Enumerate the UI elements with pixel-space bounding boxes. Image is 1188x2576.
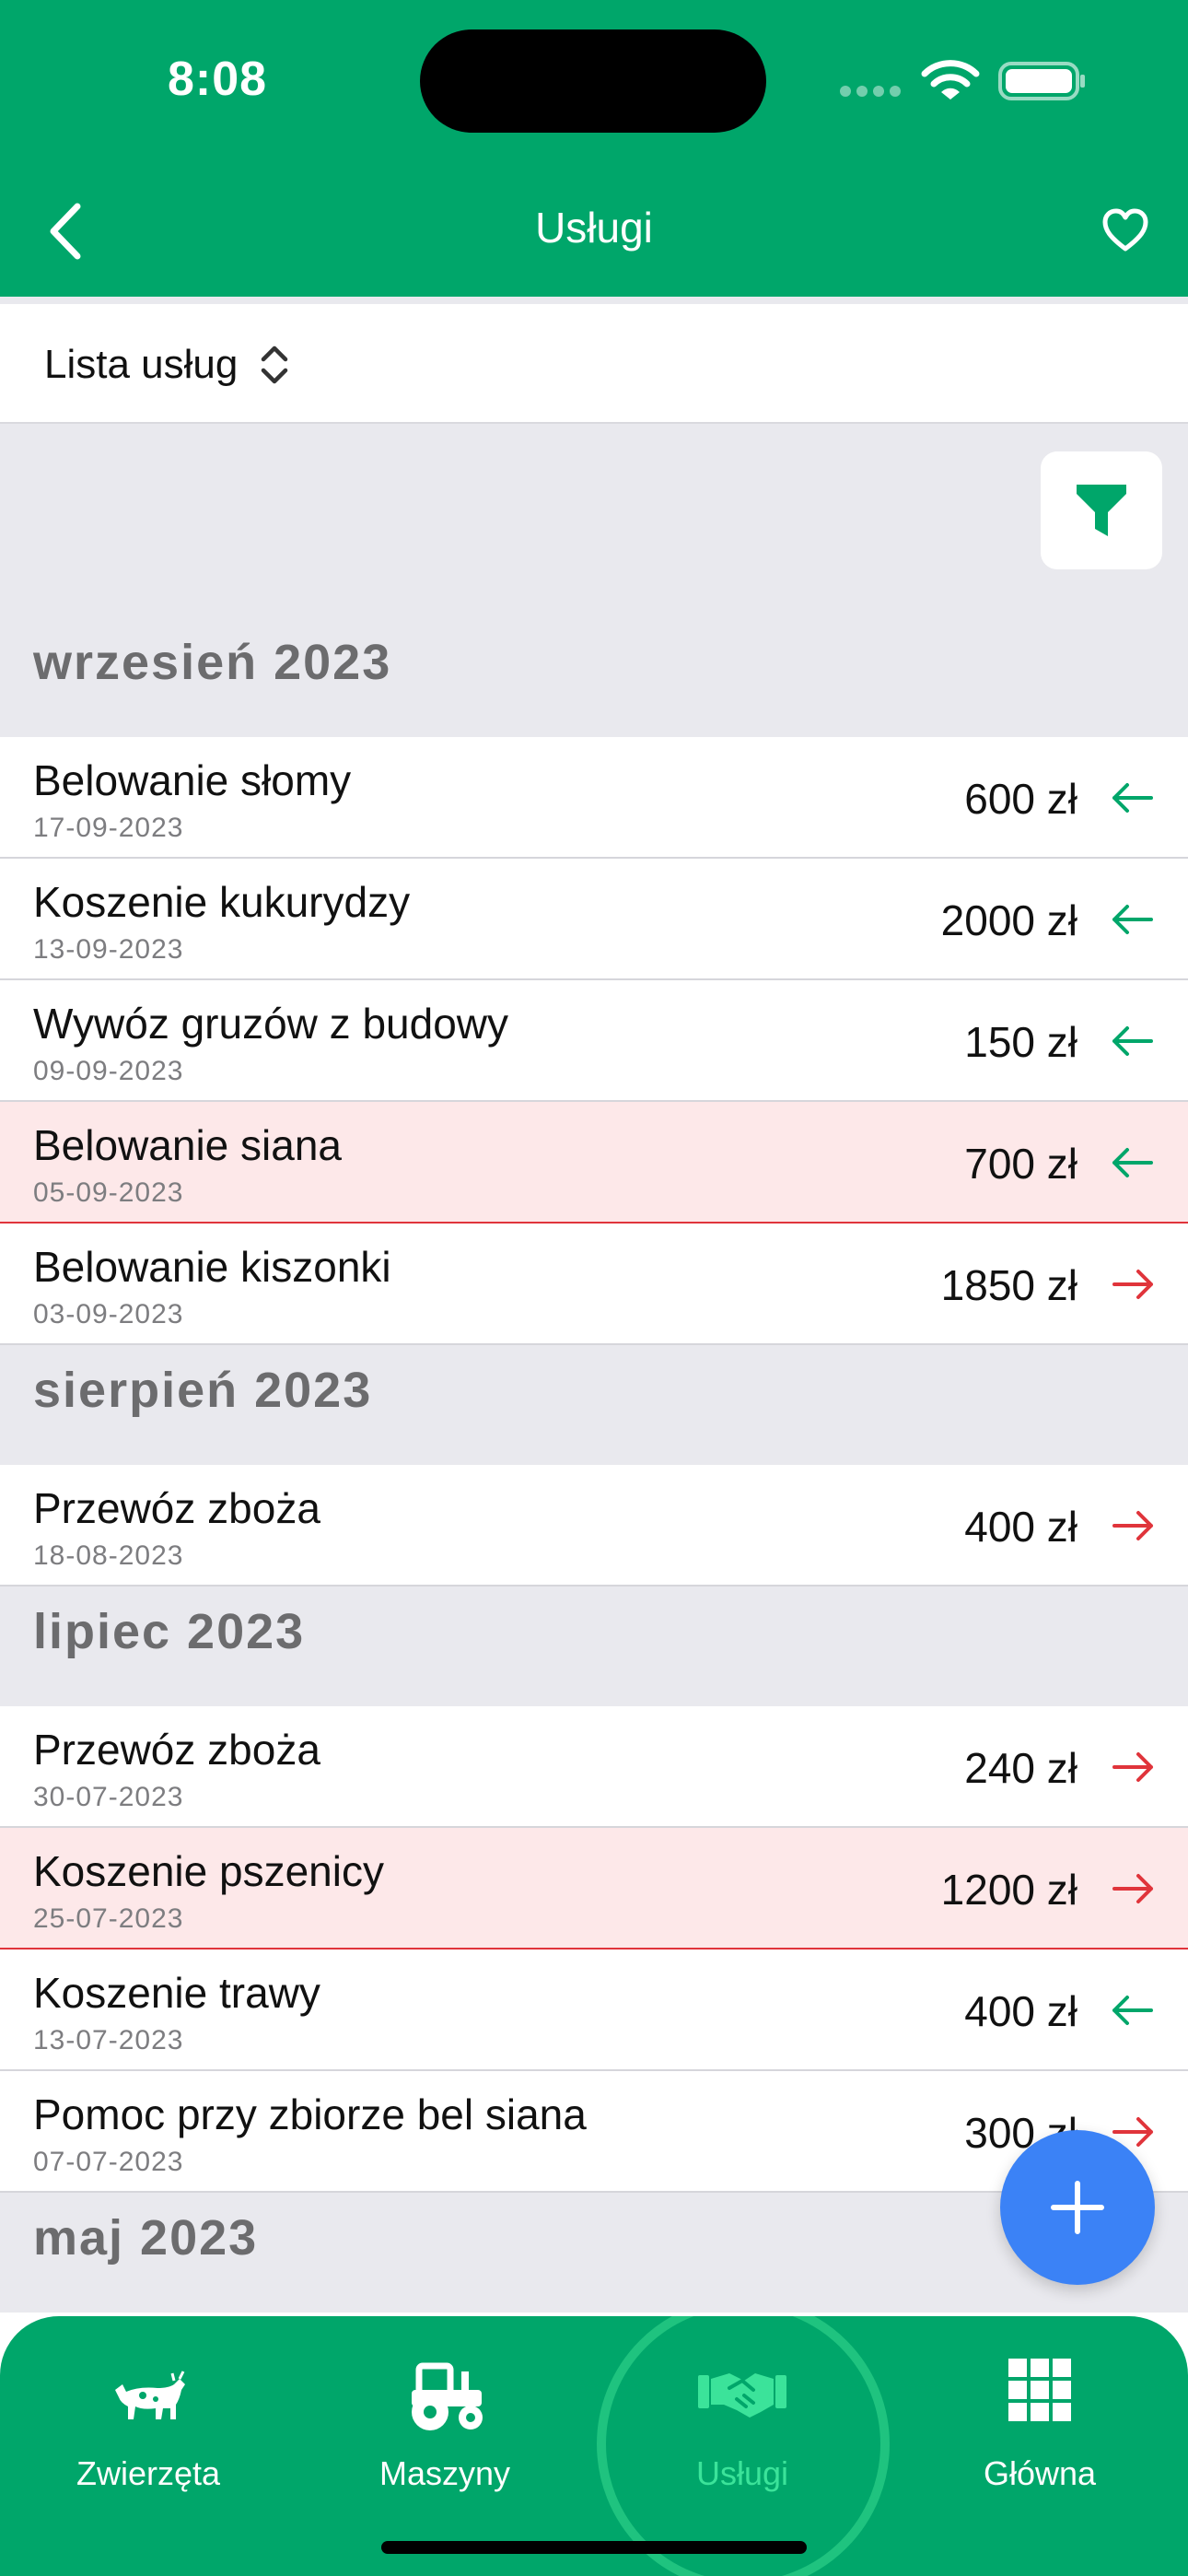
tab-label: Zwierzęta bbox=[76, 2454, 221, 2492]
section-header: sierpień 2023 bbox=[33, 1363, 373, 1418]
dynamic-island bbox=[420, 29, 766, 133]
filter-button[interactable] bbox=[1041, 451, 1162, 569]
service-row[interactable]: Przewóz zboża 30-07-2023 240 zł bbox=[0, 1706, 1188, 1828]
service-title: Koszenie trawy bbox=[33, 1969, 320, 2017]
service-date: 05-09-2023 bbox=[33, 1177, 184, 1208]
grid-icon bbox=[1008, 2359, 1071, 2421]
arrow-right-icon bbox=[1112, 1874, 1153, 1903]
service-date: 30-07-2023 bbox=[33, 1782, 184, 1812]
tab-label: Główna bbox=[983, 2454, 1097, 2492]
tab-maszyny[interactable]: Maszyny bbox=[297, 2344, 593, 2528]
arrow-left-icon bbox=[1112, 905, 1153, 934]
tab-label: Maszyny bbox=[379, 2454, 511, 2492]
section-header: lipiec 2023 bbox=[33, 1604, 306, 1659]
service-row[interactable]: Koszenie trawy 13-07-2023 400 zł bbox=[0, 1950, 1188, 2071]
add-service-button[interactable] bbox=[1000, 2130, 1155, 2285]
service-amount: 240 zł bbox=[964, 1744, 1077, 1792]
plus-icon bbox=[1051, 2181, 1104, 2234]
service-title: Wywóz gruzów z budowy bbox=[33, 1000, 508, 1048]
wifi-icon bbox=[921, 60, 980, 100]
tab-glowna[interactable]: Główna bbox=[891, 2344, 1188, 2528]
service-amount: 2000 zł bbox=[940, 896, 1077, 944]
service-row[interactable]: Koszenie pszenicy 25-07-2023 1200 zł bbox=[0, 1828, 1188, 1950]
service-row[interactable]: Belowanie słomy 17-09-2023 600 zł bbox=[0, 737, 1188, 859]
service-date: 13-09-2023 bbox=[33, 934, 184, 965]
service-date: 03-09-2023 bbox=[33, 1299, 184, 1329]
favorite-heart-icon[interactable] bbox=[1101, 206, 1149, 254]
service-row[interactable]: Przewóz zboża 18-08-2023 400 zł bbox=[0, 1465, 1188, 1587]
service-date: 07-07-2023 bbox=[33, 2147, 184, 2177]
list-picker-button[interactable]: Lista usług bbox=[44, 337, 291, 392]
handshake-icon bbox=[698, 2373, 786, 2418]
arrow-left-icon bbox=[1112, 783, 1153, 813]
section-header: maj 2023 bbox=[33, 2210, 259, 2266]
arrow-right-icon bbox=[1112, 1270, 1153, 1299]
service-title: Przewóz zboża bbox=[33, 1726, 320, 1774]
page-title: Usługi bbox=[535, 204, 653, 252]
arrow-left-icon bbox=[1112, 1996, 1153, 2025]
service-row[interactable]: Koszenie kukurydzy 13-09-2023 2000 zł bbox=[0, 859, 1188, 980]
service-amount: 1850 zł bbox=[940, 1261, 1077, 1309]
service-title: Belowanie kiszonki bbox=[33, 1243, 391, 1291]
cow-icon bbox=[115, 2371, 185, 2419]
filter-funnel-icon bbox=[1077, 485, 1126, 536]
battery-icon bbox=[998, 62, 1085, 100]
picker-label: Lista usług bbox=[44, 342, 239, 387]
app-header: 8:08 Usługi bbox=[0, 0, 1188, 297]
service-date: 09-09-2023 bbox=[33, 1056, 184, 1086]
service-title: Belowanie słomy bbox=[33, 756, 352, 804]
service-row[interactable]: Belowanie siana 05-09-2023 700 zł bbox=[0, 1102, 1188, 1224]
arrow-left-icon bbox=[1112, 1026, 1153, 1056]
bottom-tab-bar: Zwierzęta Maszyny Usługi Główna bbox=[0, 2316, 1188, 2576]
tab-zwierzeta[interactable]: Zwierzęta bbox=[0, 2344, 297, 2528]
service-date: 17-09-2023 bbox=[33, 813, 184, 843]
service-row[interactable]: Wywóz gruzów z budowy 09-09-2023 150 zł bbox=[0, 980, 1188, 1102]
tractor-icon bbox=[412, 2362, 483, 2430]
service-date: 25-07-2023 bbox=[33, 1903, 184, 1934]
cellular-signal-icon bbox=[840, 85, 906, 101]
arrow-left-icon bbox=[1112, 1148, 1153, 1177]
service-title: Belowanie siana bbox=[33, 1121, 343, 1169]
service-date: 18-08-2023 bbox=[33, 1540, 184, 1571]
service-amount: 400 zł bbox=[964, 1503, 1077, 1551]
list-picker-bar: Lista usług bbox=[0, 304, 1188, 424]
arrow-right-icon bbox=[1112, 1511, 1153, 1540]
service-title: Przewóz zboża bbox=[33, 1484, 320, 1532]
service-title: Koszenie kukurydzy bbox=[33, 878, 411, 926]
home-indicator bbox=[381, 2541, 807, 2554]
service-date: 13-07-2023 bbox=[33, 2025, 184, 2055]
status-time: 8:08 bbox=[168, 53, 268, 106]
arrow-right-icon bbox=[1112, 1752, 1153, 1782]
service-amount: 1200 zł bbox=[940, 1866, 1077, 1914]
service-title: Koszenie pszenicy bbox=[33, 1847, 384, 1895]
section-header: wrzesień 2023 bbox=[33, 635, 392, 690]
service-amount: 400 zł bbox=[964, 1987, 1077, 2035]
service-amount: 700 zł bbox=[964, 1140, 1077, 1188]
service-amount: 150 zł bbox=[964, 1018, 1077, 1066]
tab-uslugi[interactable]: Usługi bbox=[594, 2344, 891, 2528]
service-title: Pomoc przy zbiorze bel siana bbox=[33, 2090, 587, 2138]
service-row[interactable]: Belowanie kiszonki 03-09-2023 1850 zł bbox=[0, 1224, 1188, 1345]
tab-label: Usługi bbox=[695, 2454, 789, 2492]
chevron-up-down-icon bbox=[262, 345, 288, 384]
service-amount: 600 zł bbox=[964, 775, 1077, 823]
